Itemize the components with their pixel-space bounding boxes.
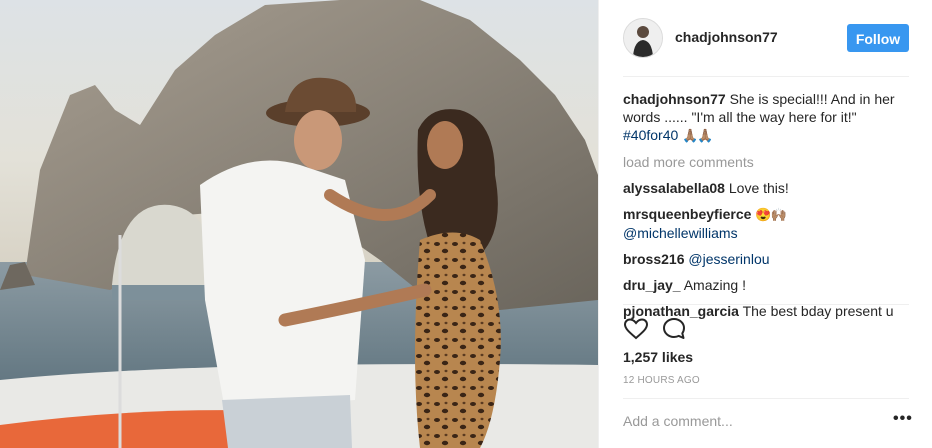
comment-mention[interactable]: @michellewilliams [623,225,738,241]
instagram-post: chadjohnson77 Follow chadjohnson77 She i… [0,0,932,448]
add-comment-input[interactable]: Add a comment... [623,413,733,429]
comment-username[interactable]: dru_jay_ [623,277,681,293]
more-options-icon[interactable]: ••• [893,410,913,428]
post-header: chadjohnson77 Follow [623,14,909,62]
user-avatar[interactable] [623,18,663,58]
praying-hands-emoji: 🙏🏽🙏🏽 [682,128,713,143]
comment-item: alyssalabella08 Love this! [623,179,911,197]
likes-count[interactable]: 1,257 likes [623,349,693,365]
avatar-image [624,19,662,57]
comment-username[interactable]: mrsqueenbeyfierce [623,206,751,222]
heart-icon[interactable] [623,316,649,342]
caption-hashtag[interactable]: #40for40 [623,127,678,143]
follow-button[interactable]: Follow [847,24,909,52]
caption-username[interactable]: chadjohnson77 [623,91,726,107]
load-more-comments-link[interactable]: load more comments [623,153,911,171]
caption: chadjohnson77 She is special!!! And in h… [623,90,911,145]
comment-text: Love this! [728,180,789,196]
header-username[interactable]: chadjohnson77 [675,29,778,45]
comment-username[interactable]: alyssalabella08 [623,180,725,196]
comment-item: dru_jay_ Amazing ! [623,276,911,294]
comments-list: chadjohnson77 She is special!!! And in h… [623,90,911,328]
comment-text: Amazing ! [683,277,746,293]
comment-mention[interactable]: @jesserinlou [688,251,769,267]
header-divider [623,76,909,77]
comment-item: mrsqueenbeyfierce 😍🙌🏽 @michellewilliams [623,205,911,242]
post-photo-illustration [0,0,598,448]
comment-text: The best bday present u [742,303,894,319]
post-timestamp: 12 HOURS AGO [623,375,700,386]
comment-box-divider [623,398,909,399]
post-sidebar: chadjohnson77 Follow chadjohnson77 She i… [598,0,932,448]
action-bar [623,316,723,342]
comment-username[interactable]: bross216 [623,251,684,267]
comment-emoji: 😍🙌🏽 [755,207,786,222]
comment-item: bross216 @jesserinlou [623,250,911,268]
actions-divider [623,304,909,305]
comment-icon[interactable] [661,316,687,342]
post-photo[interactable] [0,0,598,448]
